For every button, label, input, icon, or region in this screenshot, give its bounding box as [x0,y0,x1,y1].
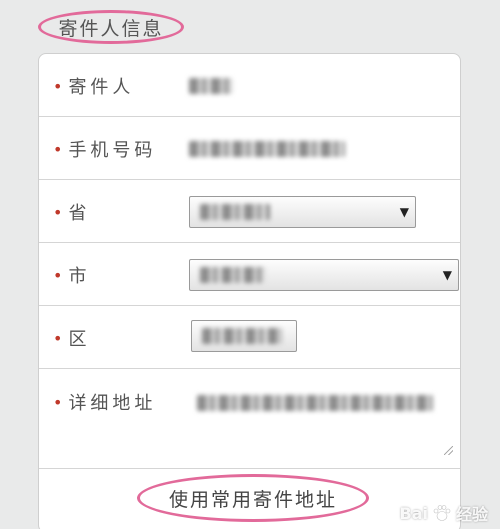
dropdown-arrow-icon: ▼ [399,205,409,219]
label-detailed-address: • 详细地址 [53,392,157,415]
label-province: • 省 [53,202,91,225]
row-sender-name: • 寄件人 [39,54,460,117]
row-province: • 省 ▼ [39,180,460,243]
resize-grip-icon[interactable] [444,446,453,455]
label-phone: • 手机号码 [53,139,157,162]
required-mark: • [53,392,63,412]
label-district: • 区 [53,328,91,351]
detailed-address-textarea[interactable] [187,379,457,459]
sender-name-input[interactable] [189,78,233,94]
row-detailed-address: • 详细地址 [39,369,460,469]
use-common-address-button[interactable]: 使用常用寄件地址 [137,474,369,522]
required-mark: • [53,139,63,159]
province-select[interactable]: ▼ [189,196,416,228]
row-district: • 区 [39,306,460,369]
use-common-address-label: 使用常用寄件地址 [168,488,337,511]
row-city: • 市 ▼ [39,243,460,306]
city-select[interactable]: ▼ [189,259,459,291]
baidu-jingyan-watermark: Bai 经验 [400,501,489,525]
watermark-text-right: 经验 [455,505,488,524]
phone-input[interactable] [189,141,345,157]
sender-form: • 寄件人 • 手机号码 • 省 ▼ • 市 ▼ • 区 • 详细地址 [38,53,461,529]
row-phone: • 手机号码 [39,117,460,180]
district-select[interactable] [191,320,297,352]
label-city: • 市 [53,265,91,288]
province-selected-value [200,204,270,220]
label-sender-name: • 寄件人 [53,76,135,99]
required-mark: • [53,328,63,348]
required-mark: • [53,265,63,285]
detailed-address-value [197,395,433,411]
required-mark: • [53,76,63,96]
sender-info-page: 寄件人信息 • 寄件人 • 手机号码 • 省 ▼ • 市 ▼ • 区 • 详细地… [0,0,500,529]
paw-icon [433,505,451,521]
section-title-sender-info: 寄件人信息 [38,10,184,44]
section-title-text: 寄件人信息 [58,17,164,40]
dropdown-arrow-icon: ▼ [442,268,452,282]
city-selected-value [200,267,266,283]
required-mark: • [53,202,63,222]
district-selected-value [202,328,282,344]
watermark-text-left: Bai [399,503,428,523]
